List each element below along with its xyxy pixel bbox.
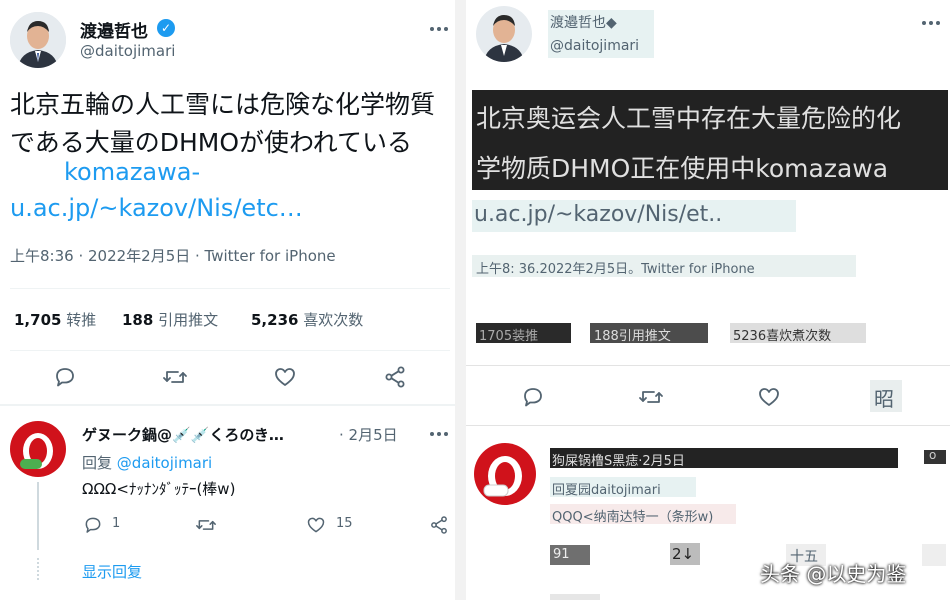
reply-retweet-icon[interactable] [193, 512, 219, 538]
like-count: 5,236 [251, 311, 299, 329]
retweet-icon[interactable] [636, 382, 666, 412]
panel-divider [455, 0, 466, 600]
author-handle[interactable]: @daitojimari [550, 38, 639, 54]
thread-line [37, 482, 39, 550]
more-options-icon[interactable] [918, 16, 944, 30]
divider [466, 365, 950, 366]
retweet-stat[interactable]: 1705装推 [479, 325, 538, 344]
author-name[interactable]: 渡邉哲也 [80, 17, 148, 42]
divider [0, 404, 455, 406]
retweet-label: 转推 [66, 311, 97, 329]
reply-author-name[interactable]: ゲヌーク鍋@💉💉くろのき… [82, 424, 284, 445]
quote-label: 引用推文 [158, 311, 219, 329]
quote-stat[interactable]: 188引用推文 [594, 325, 671, 344]
share-glyph[interactable]: 昭 [874, 383, 894, 412]
reply-reply-count[interactable]: 91 [553, 547, 570, 562]
reply-text: ΩΩΩ<ﾅｯﾅﾝﾀﾞｯﾃｰ(棒w) [82, 480, 236, 498]
retweet-stat[interactable]: 1,705 转推 [14, 309, 96, 330]
reply-to-prefix: 回复 [82, 454, 113, 472]
cut-off-row [550, 594, 600, 600]
quote-count: 188 [122, 311, 154, 329]
like-label: 喜欢次数 [303, 311, 364, 329]
show-replies-link[interactable]: 显示回复 [82, 561, 142, 582]
reply-to-handle[interactable]: @daitojimari [117, 454, 212, 472]
reply-like-count: 15 [336, 516, 353, 531]
tweet-link[interactable]: u.ac.jp/~kazov/Nis/et.. [474, 202, 722, 227]
tweet-text-line1: 北京奥运会人工雪中存在大量危险的化 [476, 104, 902, 133]
reply-more-glyph[interactable]: o [929, 448, 936, 462]
quote-stat[interactable]: 188 引用推文 [122, 309, 218, 330]
thread-dots [37, 558, 41, 580]
share-icon[interactable] [380, 362, 410, 392]
reply-icon[interactable] [50, 362, 80, 392]
like-icon[interactable] [754, 382, 784, 412]
tweet-link-part2[interactable]: u.ac.jp/~kazov/Nis/etc… [10, 194, 303, 222]
author-avatar[interactable] [476, 6, 532, 62]
reply-to-line[interactable]: 回夏园daitojimari [552, 479, 661, 498]
divider [10, 350, 450, 351]
retweet-count: 1,705 [14, 311, 62, 329]
reply-share-icon[interactable] [426, 512, 452, 538]
like-stat[interactable]: 5,236 喜欢次数 [251, 309, 363, 330]
tweet-timestamp[interactable]: 上午8:36 · 2022年2月5日 · Twitter for iPhone [10, 245, 336, 266]
edited-tweet-panel: 渡邉哲也◆ @daitojimari 北京奥运会人工雪中存在大量危险的化 学物质… [466, 0, 950, 600]
reply-more-options-icon[interactable] [426, 427, 452, 441]
reply-to-line: 回复 @daitojimari [82, 452, 212, 473]
divider [466, 425, 950, 426]
more-options-icon[interactable] [426, 22, 452, 36]
reply-reply-icon[interactable] [80, 512, 106, 538]
original-tweet-panel: 渡邉哲也 ✓ @daitojimari 北京五輪の人工雪には危険な化学物質である… [0, 0, 455, 600]
divider [10, 288, 450, 289]
reply-like-icon[interactable] [303, 512, 329, 538]
reply-icon[interactable] [518, 382, 548, 412]
tweet-link-part1[interactable]: komazawa- [64, 158, 200, 186]
watermark: 头条 @以史为鉴 [760, 562, 907, 586]
verified-badge-icon: ✓ [157, 19, 175, 37]
tweet-text-line2: 学物质DHMO正在使用中komazawa [476, 154, 889, 183]
reply-text: QQQ<纳南达特一（条形w) [552, 510, 714, 525]
like-icon[interactable] [270, 362, 300, 392]
author-name[interactable]: 渡邉哲也◆ [550, 12, 617, 32]
reply-reply-count: 1 [112, 516, 121, 531]
retweet-icon[interactable] [160, 362, 190, 392]
tweet-timestamp[interactable]: 上午8: 36.2022年2月5日。Twitter for iPhone [476, 258, 755, 277]
author-avatar[interactable] [10, 12, 66, 68]
tweet-text: 北京五輪の人工雪には危険な化学物質である大量のDHMOが使われている [10, 90, 436, 157]
reply-retweet-count[interactable]: 2↓ [672, 545, 694, 563]
reply-author-avatar[interactable] [474, 443, 536, 505]
reply-author-avatar[interactable] [10, 421, 66, 477]
author-handle[interactable]: @daitojimari [80, 42, 175, 60]
reply-author-line[interactable]: 狗屎锅橹S黑痣·2月5日 [552, 450, 685, 469]
reply-share-box [922, 544, 946, 566]
like-stat[interactable]: 5236喜炊煮次数 [733, 325, 831, 344]
reply-date[interactable]: · 2月5日 [339, 424, 398, 445]
